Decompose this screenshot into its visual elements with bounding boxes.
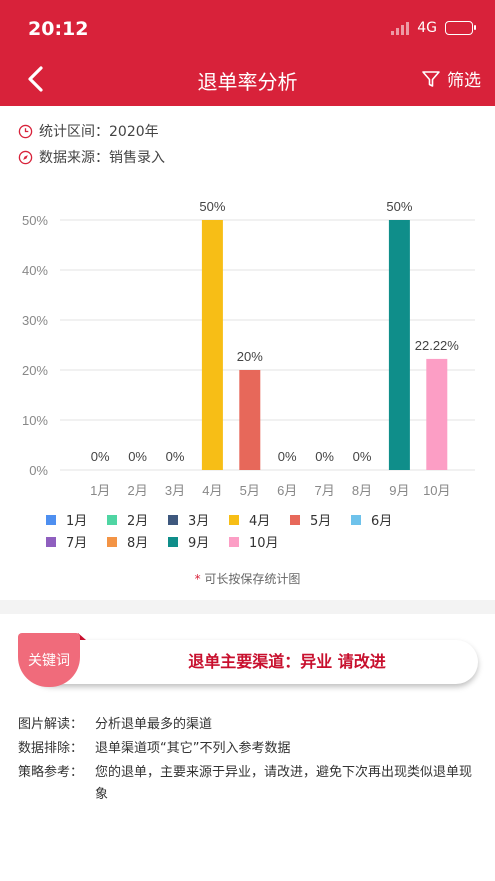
legend-item: 2月 <box>107 510 148 529</box>
note-value: 退单渠道项“其它”不列入参考数据 <box>95 741 291 756</box>
x-tick-label: 3月 <box>165 483 185 498</box>
y-tick-label: 20% <box>22 363 48 378</box>
note-row: 策略参考： 您的退单，主要来源于异业，请改进，避免下次再出现类似退单现象 <box>18 762 478 806</box>
keyword-text: 退单主要渠道：异业 请改进 <box>188 652 386 671</box>
source-text: 数据来源：销售录入 <box>39 150 165 166</box>
legend-item: 1月 <box>46 510 87 529</box>
legend-label: 5月 <box>310 514 332 529</box>
bar-value-label: 50% <box>386 199 412 214</box>
bar-value-label: 0% <box>166 449 185 464</box>
hint-text: 可长按保存统计图 <box>204 572 301 586</box>
note-key: 图片解读： <box>18 717 84 732</box>
note-value: 分析退单最多的渠道 <box>95 717 213 732</box>
legend-label: 3月 <box>188 514 210 529</box>
analysis-notes: 图片解读： 分析退单最多的渠道 数据排除： 退单渠道项“其它”不列入参考数据 策… <box>18 714 478 808</box>
bar <box>239 370 261 470</box>
legend-item: 5月 <box>290 510 331 529</box>
bar-value-label: 50% <box>199 199 225 214</box>
signal-icon <box>391 21 410 35</box>
legend-swatch <box>46 536 56 547</box>
legend-label: 1月 <box>66 514 88 529</box>
legend-item: 4月 <box>229 510 270 529</box>
bar-value-label: 0% <box>278 449 297 464</box>
legend-swatch <box>107 514 117 525</box>
bar <box>388 220 410 470</box>
legend-label: 2月 <box>127 514 149 529</box>
network-label: 4G <box>417 20 437 36</box>
section-divider <box>0 600 495 614</box>
legend-label: 6月 <box>371 514 393 529</box>
period-row: 统计区间：2020年 <box>18 121 159 141</box>
hint-star: * <box>194 572 201 586</box>
bar <box>426 358 448 470</box>
x-tick-label: 4月 <box>202 483 222 498</box>
bar-value-label: 20% <box>237 349 263 364</box>
status-time: 20:12 <box>28 18 89 40</box>
legend-label: 10月 <box>249 536 279 551</box>
legend-swatch <box>290 514 300 525</box>
x-tick-label: 8月 <box>352 483 372 498</box>
legend-item: 9月 <box>168 532 209 551</box>
x-tick-label: 9月 <box>389 483 409 498</box>
legend-item: 6月 <box>351 510 392 529</box>
y-tick-label: 10% <box>22 413 48 428</box>
bar-value-label: 0% <box>353 449 372 464</box>
battery-icon <box>445 21 476 35</box>
note-row: 数据排除： 退单渠道项“其它”不列入参考数据 <box>18 738 478 760</box>
bar-value-label: 0% <box>128 449 147 464</box>
y-tick-label: 30% <box>22 313 48 328</box>
legend-swatch <box>351 514 361 525</box>
note-row: 图片解读： 分析退单最多的渠道 <box>18 714 478 736</box>
y-tick-label: 40% <box>22 263 48 278</box>
legend-swatch <box>229 514 239 525</box>
legend-swatch <box>46 514 56 525</box>
legend-swatch <box>168 536 178 547</box>
y-tick-label: 0% <box>29 463 48 478</box>
header: 20:12 4G 退单率分析 筛选 <box>0 0 495 106</box>
bar-value-label: 0% <box>91 449 110 464</box>
x-tick-label: 7月 <box>314 483 334 498</box>
y-tick-label: 50% <box>22 213 48 228</box>
filter-icon <box>422 70 440 87</box>
source-row: 数据来源：销售录入 <box>18 147 165 167</box>
legend-label: 9月 <box>188 536 210 551</box>
legend-label: 4月 <box>249 514 271 529</box>
legend-item: 7月 <box>46 532 87 551</box>
legend-swatch <box>168 514 178 525</box>
filter-label: 筛选 <box>447 71 481 91</box>
status-icons: 4G <box>391 20 476 36</box>
filter-button[interactable]: 筛选 <box>421 66 481 91</box>
legend-item: 8月 <box>107 532 148 551</box>
legend-label: 7月 <box>66 536 88 551</box>
legend-swatch <box>229 536 239 547</box>
x-tick-label: 10月 <box>423 483 450 498</box>
note-key: 策略参考： <box>18 765 84 780</box>
bar-value-label: 22.22% <box>415 338 460 353</box>
legend-item: 10月 <box>229 532 279 551</box>
bar-value-label: 0% <box>315 449 334 464</box>
legend-item: 3月 <box>168 510 209 529</box>
x-tick-label: 6月 <box>277 483 297 498</box>
compass-icon <box>18 150 33 164</box>
note-key: 数据排除： <box>18 741 84 756</box>
x-tick-label: 5月 <box>240 483 260 498</box>
period-text: 统计区间：2020年 <box>39 124 159 140</box>
bar-chart: 0% 10% 20% 30% 40% 50% 0% 1月 0% 2月 0% 3月 50% 4月 20% 5月 0… <box>22 199 475 498</box>
keyword-box: 退单主要渠道：异业 请改进 <box>30 640 478 684</box>
note-value: 您的退单，主要来源于异业，请改进，避免下次再出现类似退单现象 <box>95 765 473 802</box>
save-hint: * 可长按保存统计图 <box>0 570 495 587</box>
legend-swatch <box>107 536 117 547</box>
x-tick-label: 2月 <box>127 483 147 498</box>
x-tick-label: 1月 <box>90 483 110 498</box>
clock-icon <box>18 124 33 138</box>
legend-label: 8月 <box>127 536 149 551</box>
bar <box>201 220 223 470</box>
